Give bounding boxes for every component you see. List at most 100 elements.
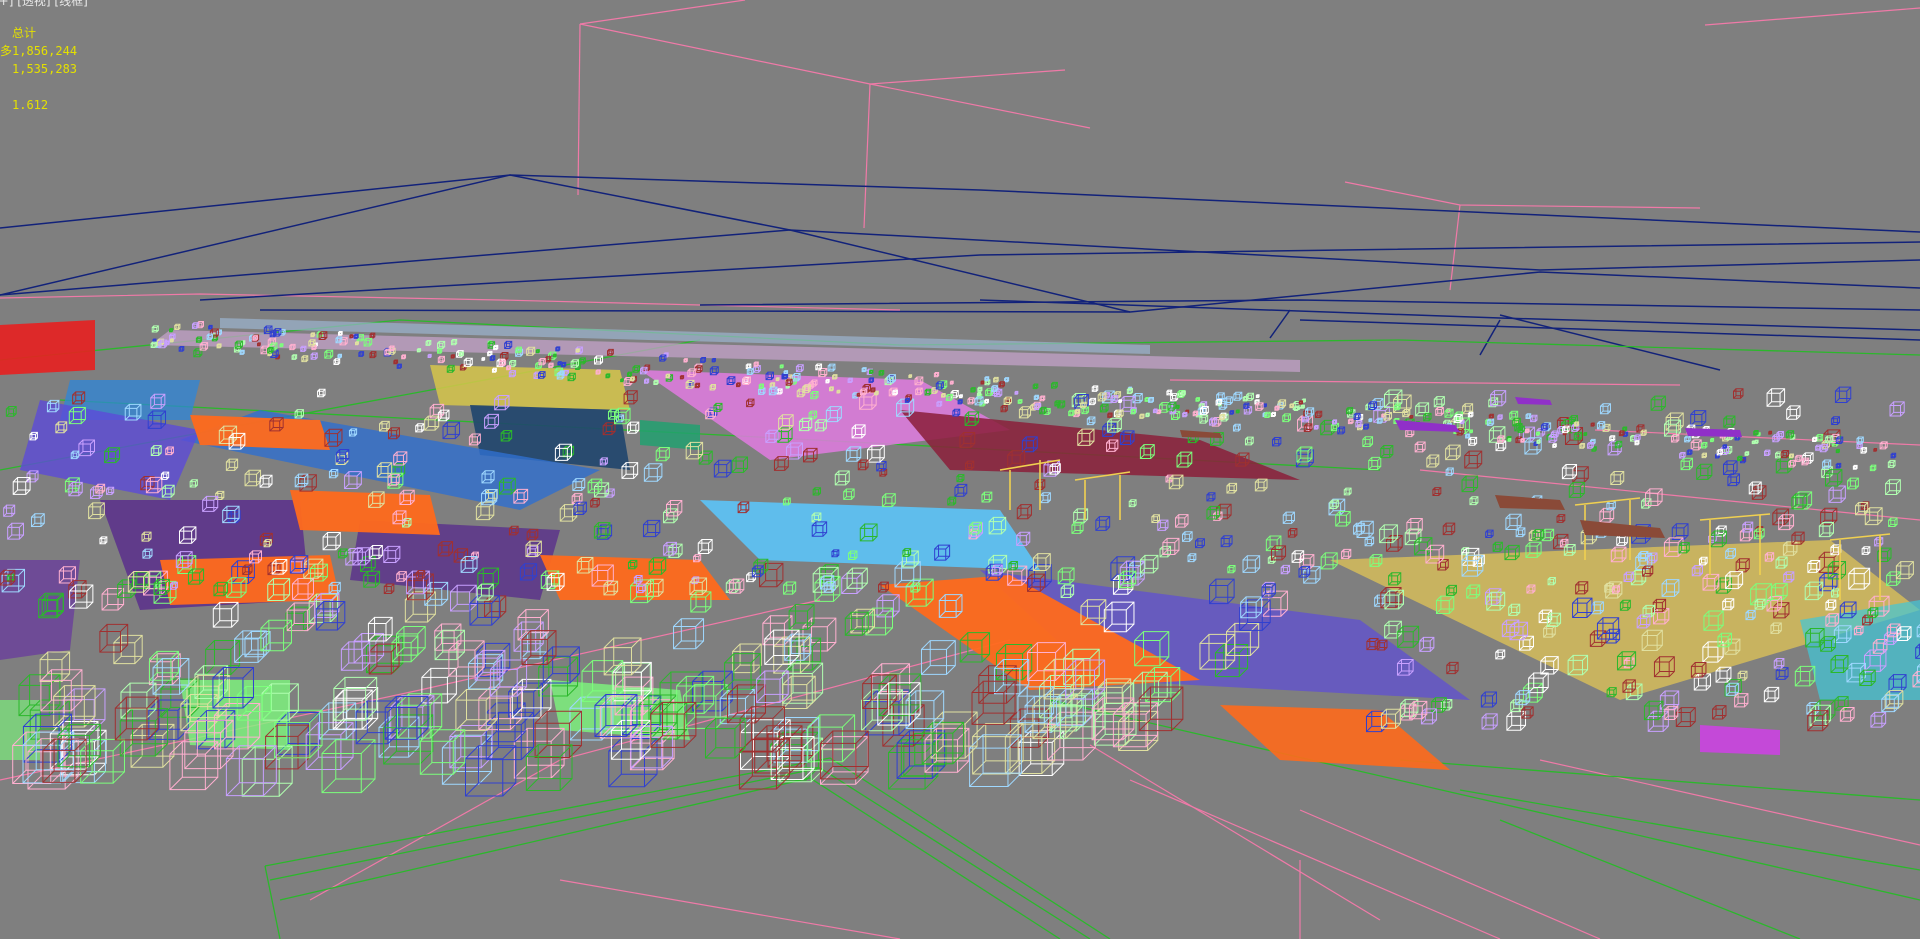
wireframe-building xyxy=(1032,553,1051,572)
wireframe-building xyxy=(1887,460,1896,468)
wireframe-building xyxy=(463,357,473,367)
wireframe-building xyxy=(1337,426,1346,435)
wireframe-building xyxy=(337,353,343,359)
wireframe-building xyxy=(1835,462,1842,469)
wireframe-building xyxy=(1182,411,1188,418)
wireframe-building xyxy=(489,355,496,361)
wireframe-building xyxy=(560,361,567,368)
wireframe-building xyxy=(1675,707,1696,728)
wireframe-building xyxy=(977,386,983,392)
wireframe-building xyxy=(1000,404,1008,413)
wireframe-building xyxy=(1414,441,1426,453)
wireframe-building xyxy=(1426,454,1440,468)
wireframe-building xyxy=(1753,429,1759,436)
wireframe-building xyxy=(1679,451,1686,459)
wireframe-building xyxy=(1195,538,1205,549)
wireframe-building xyxy=(627,421,640,434)
wireframe-building xyxy=(1633,434,1641,442)
wireframe-building xyxy=(711,358,716,363)
wireframe-building xyxy=(1229,410,1235,415)
wireframe-building xyxy=(1690,410,1707,427)
wireframe-building xyxy=(1420,708,1437,725)
wireframe-building xyxy=(1568,481,1585,498)
3d-viewport[interactable]: [+] [透视] [线框] 总计 多1,856,244 1,535,283 1.… xyxy=(0,0,1920,939)
wireframe-building xyxy=(1764,449,1771,457)
wireframe-building xyxy=(1195,397,1201,402)
wireframe-building xyxy=(1506,711,1527,731)
wireframe-building xyxy=(557,361,562,366)
wireframe-building xyxy=(437,355,445,364)
wireframe-building xyxy=(1495,649,1506,660)
wireframe-building xyxy=(1107,412,1113,418)
wireframe-building xyxy=(1725,682,1739,696)
wireframe-building xyxy=(957,399,963,405)
wireframe-building xyxy=(1017,399,1023,404)
wireframe-building xyxy=(1293,405,1300,411)
wireframe-building xyxy=(484,595,507,618)
wireframe-building xyxy=(1314,424,1319,430)
wireframe-building xyxy=(1874,537,1884,547)
wireframe-building xyxy=(1347,418,1354,425)
wireframe-building xyxy=(1255,402,1264,411)
wireframe-building xyxy=(1710,438,1715,443)
wireframe-building xyxy=(335,686,379,730)
wireframe-building xyxy=(1086,416,1096,426)
wireframe-building xyxy=(379,420,390,432)
wireframe-building xyxy=(954,483,968,497)
wireframe-building xyxy=(908,374,913,378)
wireframe-building xyxy=(1068,409,1075,417)
wireframe-building xyxy=(1839,707,1855,722)
wireframe-building xyxy=(697,539,713,554)
wireframe-building xyxy=(317,388,326,398)
wireframe-building xyxy=(933,371,940,378)
wireframe-building xyxy=(1423,412,1432,422)
wireframe-building xyxy=(427,353,432,359)
wireframe-building xyxy=(1465,433,1471,439)
wireframe-building xyxy=(1356,520,1374,538)
wireframe-building xyxy=(700,356,707,363)
wireframe-building xyxy=(1480,691,1497,708)
wireframe-building xyxy=(1464,450,1483,469)
wireframe-building xyxy=(1192,410,1199,417)
wireframe-building xyxy=(244,469,262,487)
wireframe-building xyxy=(773,456,789,471)
wireframe-building xyxy=(1733,388,1744,399)
wireframe-building xyxy=(1432,487,1442,497)
wireframe-building xyxy=(1280,564,1291,575)
wireframe-building xyxy=(1712,705,1727,720)
wireframe-building xyxy=(450,354,455,359)
wireframe-building xyxy=(1343,487,1352,496)
wireframe-building xyxy=(1095,516,1111,531)
wireframe-building xyxy=(713,459,732,478)
wireframe-building xyxy=(1485,529,1494,539)
wireframe-building xyxy=(1671,523,1689,541)
wireframe-building xyxy=(294,473,309,488)
wireframe-building xyxy=(1521,706,1534,719)
wireframe-building xyxy=(1768,430,1773,435)
wireframe-building xyxy=(1583,432,1588,436)
wireframe-building xyxy=(980,380,985,385)
wireframe-building xyxy=(40,669,83,712)
wireframe-building xyxy=(1536,439,1541,444)
wireframe-building xyxy=(1751,440,1756,445)
wireframe-scene[interactable] xyxy=(0,0,1920,939)
wireframe-building xyxy=(1607,441,1622,456)
wireframe-building xyxy=(1690,439,1702,451)
wireframe-building xyxy=(548,362,554,369)
wireframe-building xyxy=(981,491,993,503)
wireframe-building xyxy=(1235,409,1240,414)
wireframe-building xyxy=(1220,535,1233,548)
wireframe-building xyxy=(732,643,762,674)
wireframe-building xyxy=(1315,410,1323,419)
viewport-label-menu[interactable]: [+] [透视] [线框] xyxy=(0,0,88,9)
wireframe-building xyxy=(1610,470,1625,485)
wireframe-building xyxy=(525,744,573,791)
wireframe-building xyxy=(391,635,419,663)
wireframe-building xyxy=(1132,392,1143,404)
wireframe-building xyxy=(1650,395,1666,411)
wireframe-building xyxy=(1684,435,1691,443)
wireframe-building xyxy=(1609,435,1616,442)
wireframe-building xyxy=(920,640,956,675)
wireframe-building xyxy=(148,699,189,740)
wireframe-building xyxy=(1384,620,1402,639)
